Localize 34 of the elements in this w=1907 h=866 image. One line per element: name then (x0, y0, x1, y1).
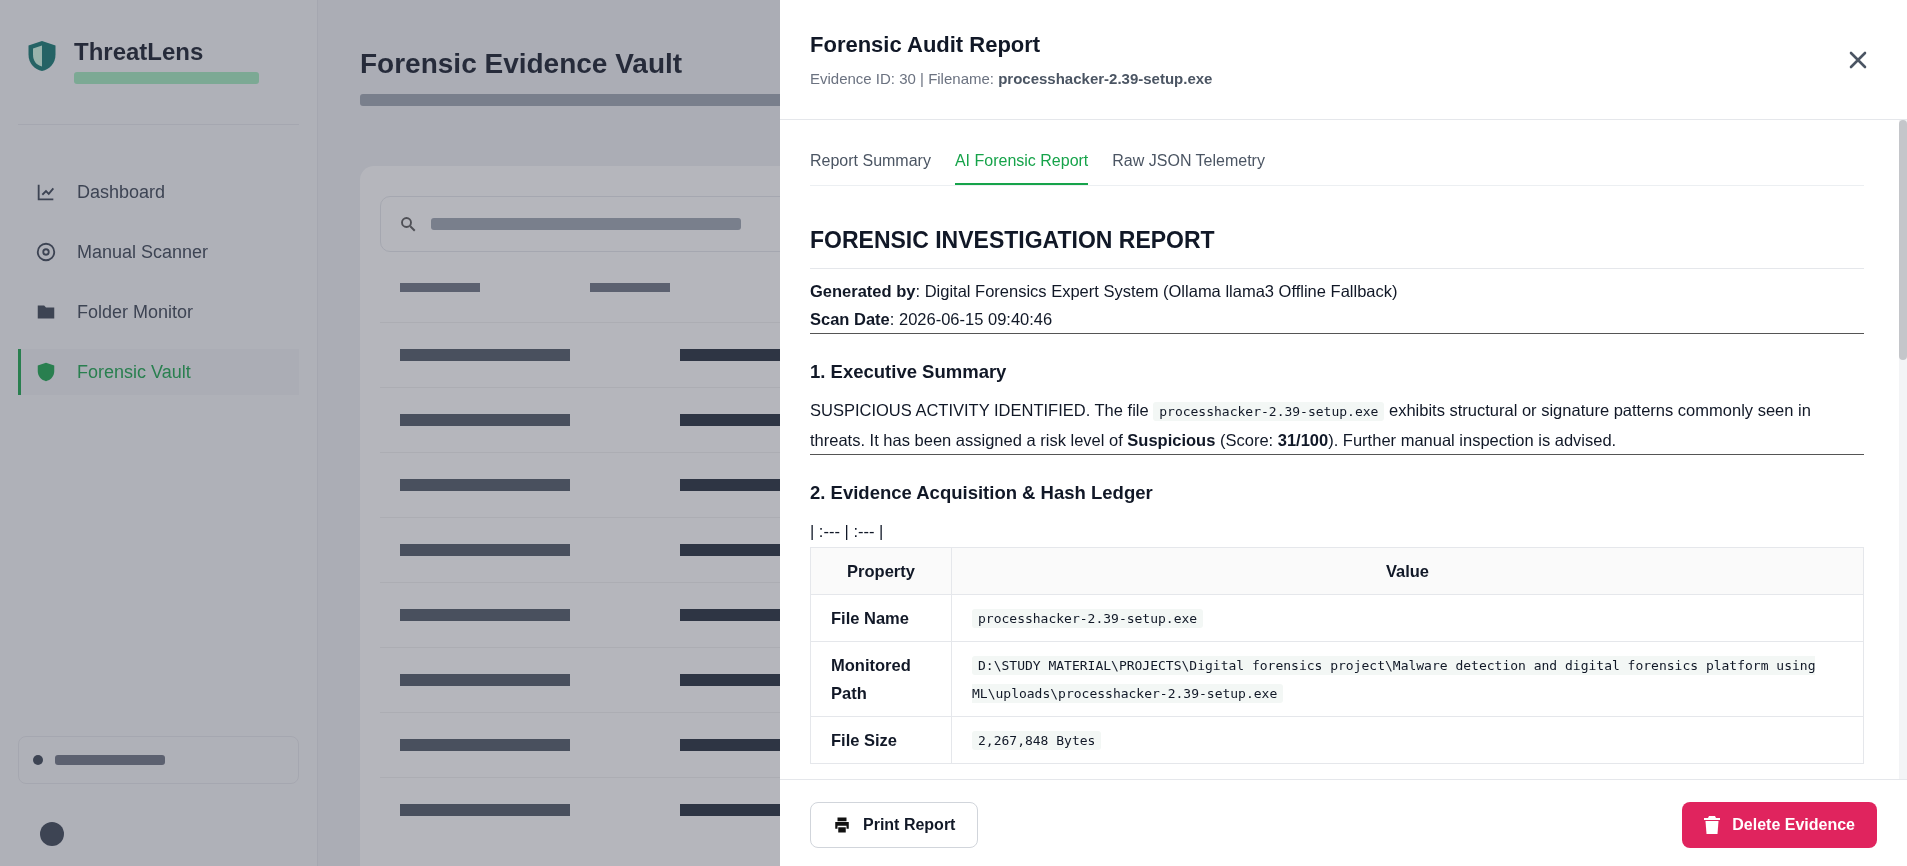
section-heading: 1. Executive Summary (810, 360, 1008, 384)
print-button[interactable]: Print Report (810, 802, 979, 848)
drawer-title: Forensic Audit Report (810, 32, 1042, 58)
property-cell: File Name (810, 594, 952, 642)
report-title: FORENSIC INVESTIGATION REPORT (810, 226, 1864, 269)
target-icon (35, 241, 57, 263)
tab[interactable]: AI Forensic Report (954, 152, 1089, 185)
app-name: ThreatLens (74, 38, 205, 66)
sidebar-item[interactable]: Folder Monitor (18, 289, 299, 335)
scrollbar-thumb[interactable] (1899, 120, 1907, 360)
tab[interactable]: Raw JSON Telemetry (1112, 152, 1265, 185)
summary-paragraph: SUSPICIOUS ACTIVITY IDENTIFIED. The file processhacker-2.39-setup.exe exhibits structural or signature patterns commonly seen in threats. It has been assigned a risk level of Suspicious (Score: 31/100). Further manual inspection is advised. (810, 396, 1864, 455)
column-header: Property (810, 547, 952, 595)
meta-line: Scan Date: 2026-06-15 09:40:46 (810, 309, 1054, 330)
meta-line: Generated by: Digital Forensics Expert System (Ollama llama3 Offline Fallback) (810, 281, 1399, 302)
property-cell: Monitored Path (810, 641, 952, 717)
tab[interactable]: Report Summary (810, 152, 931, 185)
printer-icon (833, 816, 851, 834)
markdown-text: | :--- | :--- | (810, 521, 885, 542)
sidebar-item[interactable]: Dashboard (18, 169, 299, 215)
trash-icon (1704, 816, 1721, 834)
sidebar-item[interactable]: Manual Scanner (18, 229, 299, 275)
avatar-icon (40, 822, 64, 846)
value-cell: D:\STUDY MATERIAL\PROJECTS\Digital forensics project\Malware detection and digital forensics platform using ML\uploads\processhacker-2.39-setup.exe (951, 641, 1864, 717)
value-cell: processhacker-2.39-setup.exe (951, 594, 1864, 642)
search-icon (399, 215, 417, 233)
value-cell: 2,267,848 Bytes (951, 716, 1864, 764)
section-heading: 2. Evidence Acquisition & Hash Ledger (810, 481, 1154, 505)
evidence-info: Evidence ID: 30 | Filename: processhacker-2.39-setup.exe (810, 70, 1213, 87)
property-cell: File Size (810, 716, 952, 764)
shield-icon (35, 361, 57, 383)
column-header: Value (951, 547, 1864, 595)
delete-button[interactable]: Delete Evidence (1682, 802, 1877, 848)
page-title: Forensic Evidence Vault (360, 48, 683, 80)
